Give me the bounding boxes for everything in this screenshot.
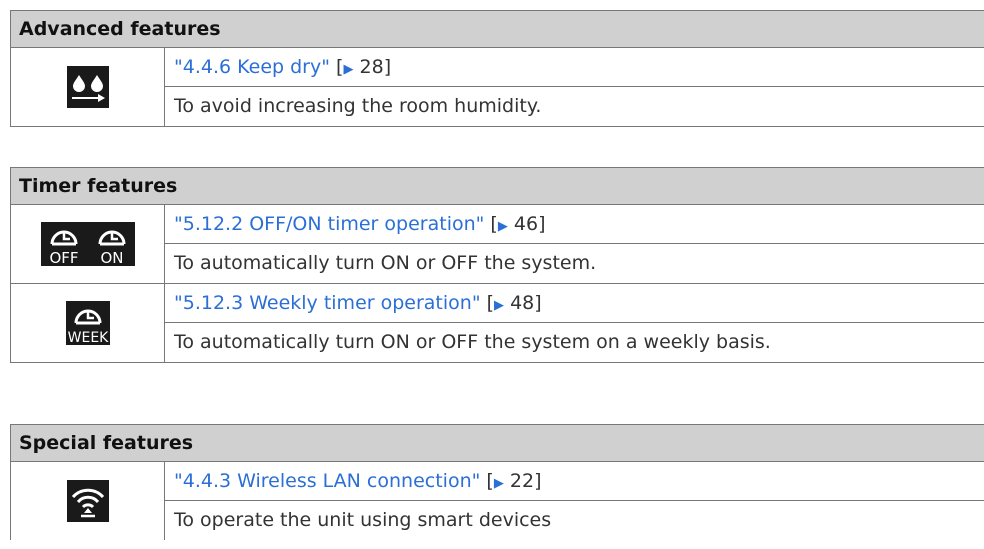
page-arrow-icon: ▶	[494, 298, 505, 313]
page-arrow-icon: ▶	[343, 62, 354, 77]
feature-description: To avoid increasing the room humidity.	[174, 95, 542, 117]
feature-link-line: "5.12.3 Weekly timer operation" [▶ 48]	[165, 284, 984, 323]
section-header: Timer features	[10, 167, 984, 205]
feature-row-off-on-timer: OFF ON "5.12.2 OFF/ON timer operation" […	[10, 205, 984, 284]
page-ref[interactable]: 28	[360, 56, 384, 78]
section-header: Special features	[10, 424, 984, 462]
wireless-lan-link[interactable]: "4.4.3 Wireless LAN connection"	[174, 470, 480, 492]
feature-description: To automatically turn ON or OFF the syst…	[174, 252, 597, 274]
wireless-lan-icon	[66, 480, 109, 522]
page-ref[interactable]: 46	[514, 213, 538, 235]
keep-dry-icon	[66, 66, 109, 108]
feature-row-keep-dry: "4.4.6 Keep dry" [▶ 28] To avoid increas…	[10, 48, 984, 127]
feature-link-line: "4.4.3 Wireless LAN connection" [▶ 22]	[165, 462, 984, 501]
page-arrow-icon: ▶	[497, 219, 508, 234]
special-features-section: Special features "4.4.3 Wireless LAN con…	[10, 424, 984, 540]
icon-cell: WEEK	[10, 284, 165, 362]
timer-features-section: Timer features OFF ON "5.12.2 OFF/ON tim…	[10, 167, 984, 363]
off-on-timer-icon: OFF ON	[40, 222, 135, 266]
feature-row-wireless-lan: "4.4.3 Wireless LAN connection" [▶ 22] T…	[10, 462, 984, 540]
feature-link-line: "5.12.2 OFF/ON timer operation" [▶ 46]	[165, 205, 984, 244]
advanced-features-section: Advanced features "4.4.6 Keep dry" [▶ 28…	[10, 10, 984, 127]
weekly-timer-icon: WEEK	[65, 301, 110, 345]
feature-description: To operate the unit using smart devices	[174, 509, 552, 531]
feature-link-line: "4.4.6 Keep dry" [▶ 28]	[165, 48, 984, 87]
feature-description: To automatically turn ON or OFF the syst…	[174, 331, 771, 353]
off-label: OFF	[49, 249, 78, 266]
icon-cell: OFF ON	[10, 205, 165, 283]
off-on-timer-link[interactable]: "5.12.2 OFF/ON timer operation"	[174, 213, 484, 235]
page-arrow-icon: ▶	[493, 476, 504, 491]
page-ref[interactable]: 22	[510, 470, 534, 492]
icon-cell	[10, 462, 165, 540]
week-label: WEEK	[67, 330, 109, 345]
keep-dry-link[interactable]: "4.4.6 Keep dry"	[174, 56, 330, 78]
on-label: ON	[100, 249, 123, 266]
page-ref[interactable]: 48	[510, 292, 534, 314]
section-header: Advanced features	[10, 10, 984, 48]
feature-row-weekly-timer: WEEK "5.12.3 Weekly timer operation" [▶ …	[10, 284, 984, 363]
icon-cell	[10, 48, 165, 126]
weekly-timer-link[interactable]: "5.12.3 Weekly timer operation"	[174, 292, 481, 314]
